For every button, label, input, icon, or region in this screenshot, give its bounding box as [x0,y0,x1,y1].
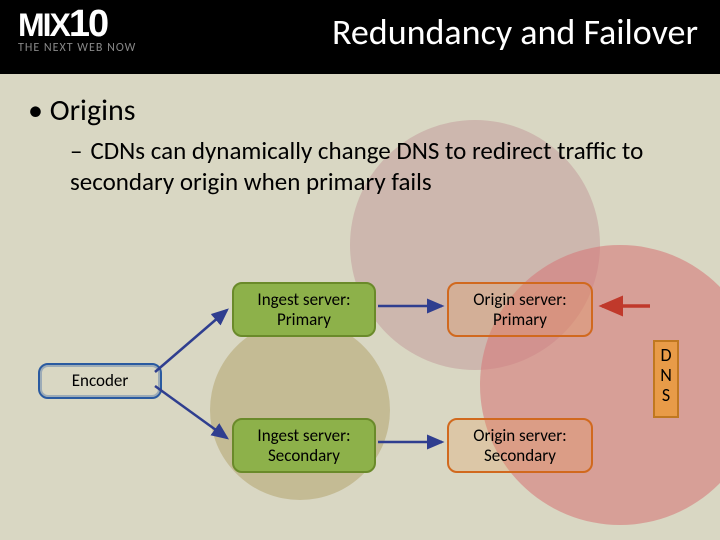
dns-d: D [660,344,671,366]
ingest-primary-line1: Ingest server: [257,289,350,310]
content-body: • Origins –CDNs can dynamically change D… [28,92,688,198]
bullet-level1: • Origins [28,92,688,129]
encoder-label: Encoder [72,370,129,391]
origin-secondary-line2: Secondary [484,445,556,466]
origin-primary-line2: Primary [493,309,547,330]
origin-primary-line1: Origin server: [473,289,566,310]
origin-secondary-node: Origin server: Secondary [447,418,593,473]
dns-n: N [660,364,672,386]
arrow-encoder-ingest-primary [155,310,227,372]
dns-node: D N S [653,340,679,418]
ingest-primary-node: Ingest server: Primary [232,282,376,337]
slide: MIX10 THE NEXT WEB NOW Redundancy and Fa… [0,0,720,540]
encoder-node: Encoder [38,363,162,399]
logo-year: 10 [69,3,107,45]
ingest-secondary-line2: Secondary [268,445,340,466]
slide-title: Redundancy and Failover [332,10,698,54]
ingest-secondary-line1: Ingest server: [257,425,350,446]
logo-text: MIX [18,7,69,43]
logo-tagline: THE NEXT WEB NOW [18,42,208,54]
dns-s: S [662,384,670,406]
logo-main: MIX10 [18,8,208,42]
header-bar: MIX10 THE NEXT WEB NOW Redundancy and Fa… [0,0,720,74]
mix-logo: MIX10 THE NEXT WEB NOW [18,8,208,54]
bullet-l2-text: CDNs can dynamically change DNS to redir… [70,135,643,197]
bullet-l1-text: Origins [50,92,136,129]
bullet-level2: –CDNs can dynamically change DNS to redi… [70,135,688,198]
origin-secondary-line1: Origin server: [473,425,566,446]
origin-primary-node: Origin server: Primary [447,282,593,337]
ingest-secondary-node: Ingest server: Secondary [232,418,376,473]
ingest-primary-line2: Primary [277,309,331,330]
